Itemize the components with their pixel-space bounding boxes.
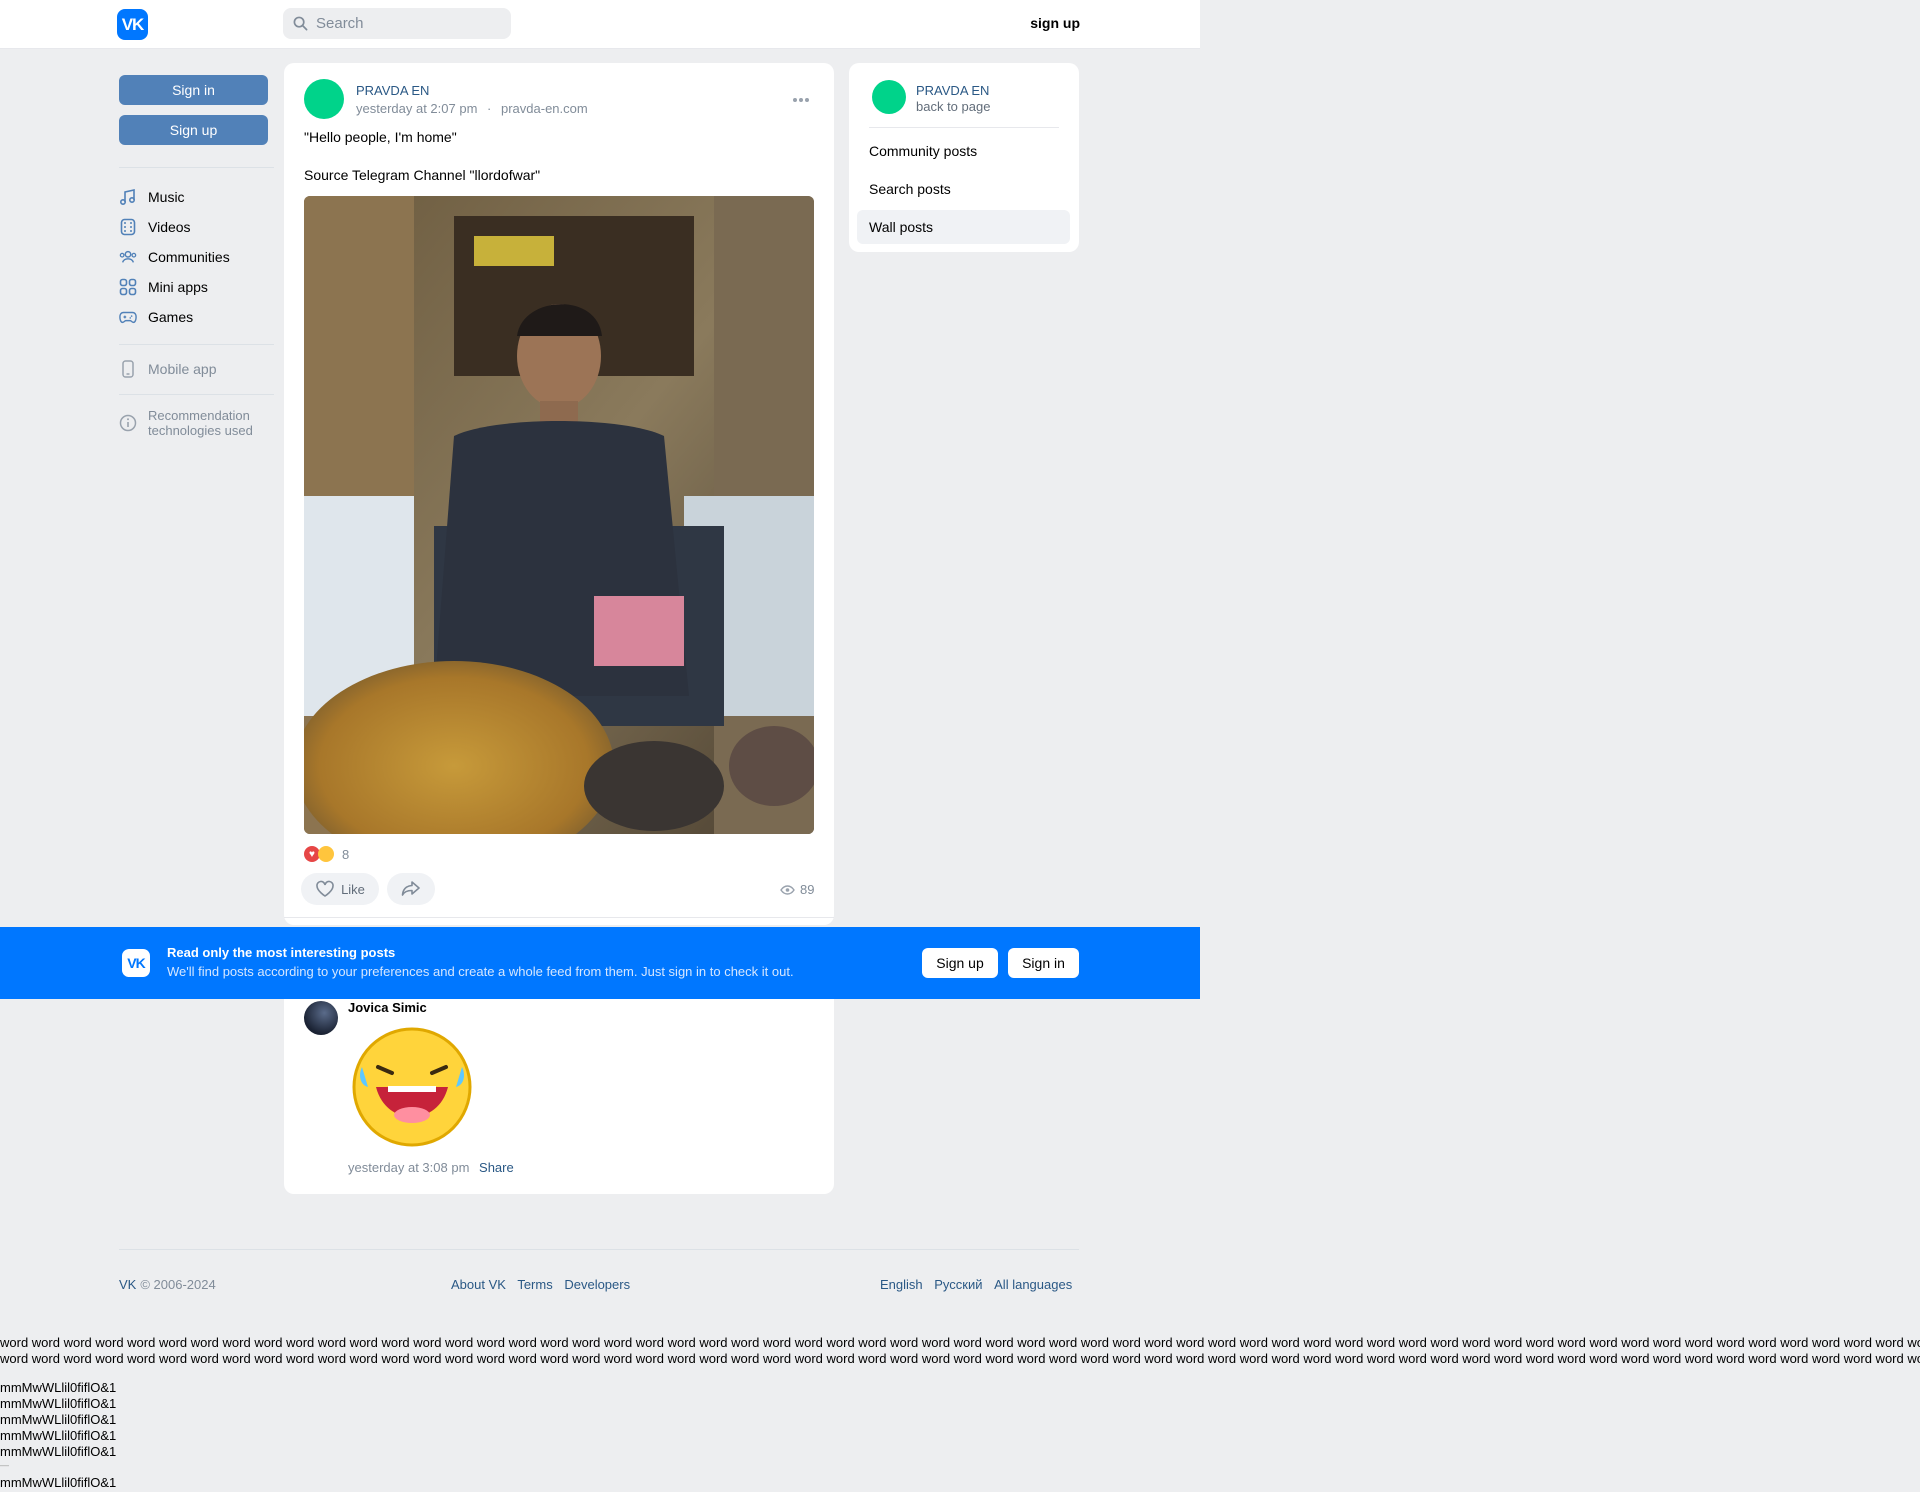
laugh-reaction-icon: [318, 846, 334, 862]
vk-logo: VK: [122, 949, 150, 977]
sign-in-button[interactable]: Sign in: [119, 75, 268, 105]
reactions-summary[interactable]: ♥ 8: [304, 846, 349, 862]
sidebar-item-mobile-app[interactable]: Mobile app: [119, 357, 217, 381]
like-label: Like: [341, 881, 365, 897]
post-meta: yesterday at 2:07 pm · pravda-en.com: [356, 101, 588, 116]
filler-dash: —: [0, 1460, 9, 1470]
post-video-thumbnail[interactable]: [304, 196, 814, 834]
comment-share-link[interactable]: Share: [479, 1160, 514, 1175]
sidebar-item-videos[interactable]: Videos: [119, 215, 191, 239]
comment-time[interactable]: yesterday at 3:08 pm: [348, 1160, 469, 1175]
filler-words-line: word word word word word word word word …: [0, 1351, 1920, 1366]
commenter-avatar[interactable]: [304, 1001, 338, 1035]
like-button[interactable]: Like: [301, 873, 379, 905]
views-count: 89: [800, 882, 815, 897]
video-icon: [119, 218, 137, 236]
sidebar-item-label: Communities: [148, 249, 230, 265]
page-avatar[interactable]: [872, 80, 906, 114]
footer-copyright: VK © 2006-2024: [119, 1277, 216, 1292]
right-menu-divider: [869, 127, 1059, 128]
menu-label: Wall posts: [869, 219, 934, 235]
comment-footer: yesterday at 3:08 pm Share: [348, 1160, 514, 1175]
copyright-text: © 2006-2024: [140, 1277, 216, 1292]
filler-glyph-line: mmMwWLlil0fiflO&1: [0, 1428, 117, 1443]
laughing-sticker-icon: [348, 1023, 476, 1156]
footer-about-link[interactable]: About VK: [451, 1277, 506, 1292]
footer-divider: [119, 1249, 1079, 1250]
footer-vk-link[interactable]: VK: [119, 1277, 136, 1292]
communities-icon: [119, 248, 137, 266]
sidebar-divider: [119, 167, 274, 168]
search-box[interactable]: [283, 8, 511, 39]
post-text-line-2: Source Telegram Channel "llordofwar": [304, 167, 541, 183]
share-icon: [401, 881, 420, 896]
search-input[interactable]: [314, 14, 498, 33]
share-button[interactable]: [387, 873, 435, 905]
sidebar-divider: [119, 394, 274, 395]
menu-label: Search posts: [869, 181, 951, 197]
gamepad-icon: [119, 308, 137, 326]
search-icon: [293, 16, 308, 31]
sidebar-item-games[interactable]: Games: [119, 305, 193, 329]
lang-russian-link[interactable]: Русский: [934, 1277, 982, 1292]
filler-glyph-line: mmMwWLlil0fiflO&1: [0, 1380, 117, 1395]
sidebar-item-recommendations[interactable]: Recommendation technologies used: [119, 406, 268, 440]
post-text-line-1: "Hello people, I'm home": [304, 129, 457, 145]
filler-glyph-line: mmMwWLlil0fiflO&1: [0, 1396, 117, 1411]
author-avatar[interactable]: [304, 79, 344, 119]
signup-link[interactable]: sign up: [1010, 15, 1080, 31]
sidebar-item-mini-apps[interactable]: Mini apps: [119, 275, 208, 299]
phone-icon: [119, 360, 137, 378]
menu-search-posts[interactable]: Search posts: [857, 172, 1070, 206]
post-author-link[interactable]: PRAVDA EN: [356, 83, 429, 98]
sidebar-item-label: Mobile app: [148, 361, 217, 377]
sidebar-item-label: Games: [148, 309, 194, 325]
reactions-count: 8: [342, 846, 350, 862]
menu-label: Community posts: [869, 143, 978, 159]
footer-links: About VK Terms Developers: [451, 1277, 638, 1292]
sidebar-item-label: Mini apps: [148, 279, 208, 295]
banner-subtitle: We'll find posts according to your prefe…: [167, 964, 794, 979]
back-to-page-link[interactable]: back to page: [916, 99, 990, 114]
meta-separator: ·: [487, 101, 492, 116]
top-header: VK sign up: [0, 0, 1200, 49]
views-counter: 89: [780, 882, 814, 897]
footer-developers-link[interactable]: Developers: [564, 1277, 630, 1292]
vk-logo[interactable]: VK: [117, 9, 148, 40]
post-divider: [284, 917, 834, 918]
menu-community-posts[interactable]: Community posts: [857, 134, 1070, 168]
menu-wall-posts[interactable]: Wall posts: [857, 210, 1070, 244]
footer-languages: English Русский All languages: [880, 1277, 1072, 1292]
sidebar-item-music[interactable]: Music: [119, 185, 185, 209]
filler-glyph-line: mmMwWLlil0fiflO&1: [0, 1412, 117, 1427]
post-source-link[interactable]: pravda-en.com: [501, 101, 588, 116]
sidebar-item-label: Recommendation technologies used: [148, 408, 253, 438]
eye-icon: [780, 884, 795, 895]
sign-up-button[interactable]: Sign up: [119, 115, 268, 145]
filler-glyph-line: mmMwWLlil0fiflO&1: [0, 1475, 117, 1490]
comment-author[interactable]: Jovica Simic: [348, 1000, 427, 1015]
music-icon: [119, 188, 137, 206]
sidebar-divider: [119, 344, 274, 345]
sidebar-item-label: Music: [148, 189, 185, 205]
all-languages-link[interactable]: All languages: [994, 1277, 1072, 1292]
banner-title: Read only the most interesting posts: [167, 945, 396, 960]
page-title-link[interactable]: PRAVDA EN: [916, 83, 989, 98]
filler-words-line: word word word word word word word word …: [0, 1335, 1920, 1350]
lang-english-link[interactable]: English: [880, 1277, 923, 1292]
more-options-icon[interactable]: [792, 90, 810, 108]
post-time[interactable]: yesterday at 2:07 pm: [356, 101, 477, 116]
sidebar-item-communities[interactable]: Communities: [119, 245, 230, 269]
banner-sign-in-button[interactable]: Sign in: [1008, 948, 1079, 978]
sidebar-item-label: Videos: [148, 219, 191, 235]
signin-promo-banner: VK Read only the most interesting posts …: [0, 927, 1200, 999]
filler-glyph-line: mmMwWLlil0fiflO&1: [0, 1444, 117, 1459]
banner-sign-up-button[interactable]: Sign up: [922, 948, 998, 978]
footer-terms-link[interactable]: Terms: [517, 1277, 552, 1292]
heart-outline-icon: [316, 880, 334, 897]
info-icon: [119, 414, 137, 432]
mini-apps-icon: [119, 278, 137, 296]
